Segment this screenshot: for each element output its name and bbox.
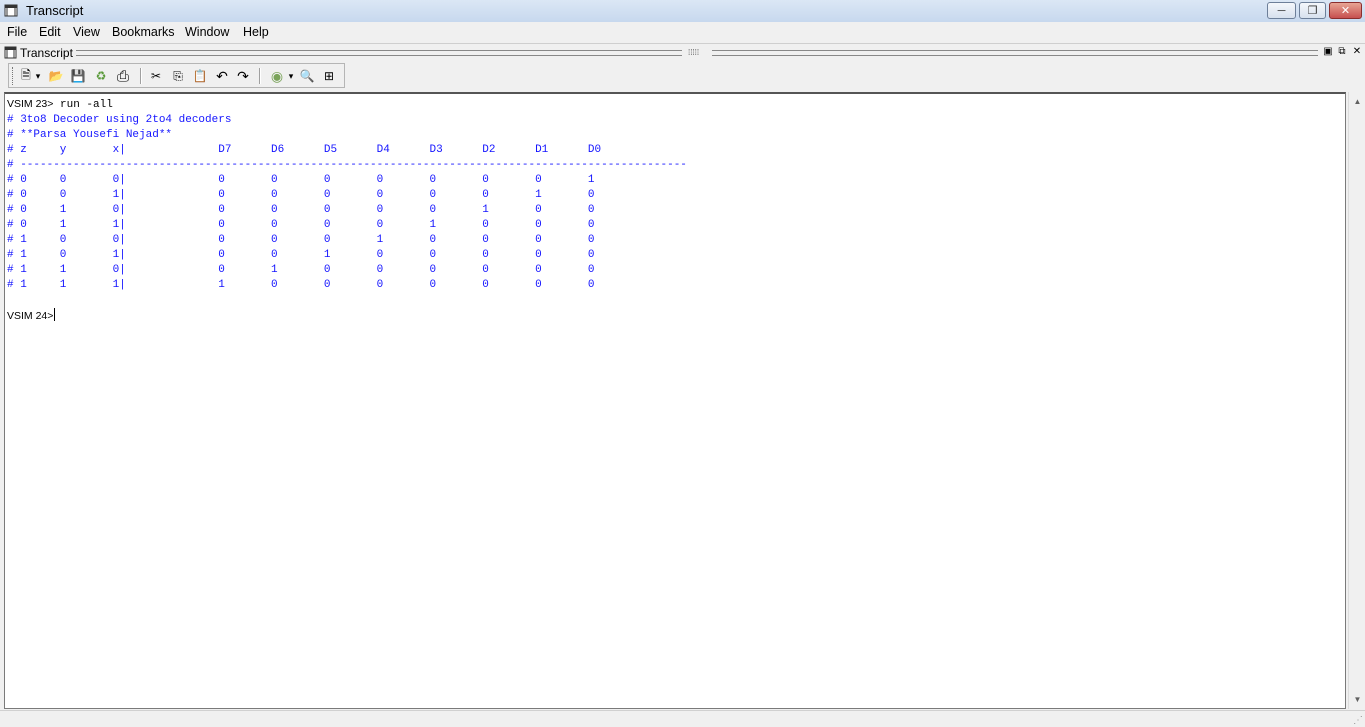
save-icon[interactable]: 💾 (69, 67, 87, 85)
close-icon: ✕ (1340, 5, 1351, 17)
redo-icon[interactable]: ↷ (234, 67, 252, 85)
command-prompt: VSIM 24> (7, 310, 54, 322)
open-folder-icon[interactable]: 📂 (47, 67, 65, 85)
close-button[interactable]: ✕ (1329, 2, 1362, 19)
pane-close-icon[interactable]: ✕ (1351, 46, 1363, 58)
menu-window[interactable]: Window (185, 25, 229, 39)
transcript-console[interactable]: VSIM 23> run -all # 3to8 Decoder using 2… (4, 92, 1346, 709)
output-line: # 0 0 1| 0 0 0 0 0 0 1 0 (7, 189, 595, 201)
cut-icon[interactable]: ✂ (147, 67, 165, 85)
output-line: # 1 1 1| 1 0 0 0 0 0 0 0 (7, 279, 595, 291)
output-line: # 1 0 1| 0 0 1 0 0 0 0 0 (7, 249, 595, 261)
scroll-up-icon[interactable]: ▲ (1350, 93, 1365, 109)
toolbar-separator (259, 68, 261, 84)
vertical-scrollbar[interactable]: ▲ ▼ (1348, 92, 1365, 709)
menu-file[interactable]: File (7, 25, 27, 39)
status-bar: ⋰ (0, 710, 1365, 727)
app-icon (4, 4, 18, 17)
output-line: # 0 1 0| 0 0 0 0 0 1 0 0 (7, 204, 595, 216)
output-line: # **Parsa Yousefi Nejad** (7, 129, 173, 141)
output-line: # 1 1 0| 0 1 0 0 0 0 0 0 (7, 264, 595, 276)
minimize-icon: ─ (1277, 4, 1286, 17)
command-run-all: run -all (53, 99, 113, 111)
output-line: # 3to8 Decoder using 2to4 decoders (7, 114, 232, 126)
toolbar-separator (140, 68, 142, 84)
pane-grip-dots[interactable]: ⁞⁞⁞⁞⁞ (688, 49, 699, 57)
toolbar: 🗎 ▾ 📂 💾 ♻ ⎙ ✂ ⎘ 📋 ↶ ↷ ◉ ▾ 🔍 ⊞ (8, 63, 345, 88)
dropdown-arrow-icon[interactable]: ▾ (286, 67, 296, 85)
prompt-previous: VSIM 23> (7, 98, 54, 110)
output-line: # 0 1 1| 0 0 0 0 1 0 0 0 (7, 219, 595, 231)
copy-icon[interactable]: ⎘ (169, 67, 187, 85)
undo-icon[interactable]: ↶ (213, 67, 231, 85)
scroll-down-icon[interactable]: ▼ (1350, 691, 1365, 707)
output-line: # 1 0 0| 0 0 0 1 0 0 0 0 (7, 234, 595, 246)
menu-edit[interactable]: Edit (39, 25, 61, 39)
dropdown-arrow-icon[interactable]: ▾ (33, 67, 43, 85)
undock-icon[interactable]: ⧉ (1336, 46, 1348, 58)
resize-grip-icon[interactable]: ⋰ (1353, 716, 1363, 726)
paste-icon[interactable]: 📋 (191, 67, 209, 85)
menu-bookmarks[interactable]: Bookmarks (112, 25, 175, 39)
format-icon[interactable]: ⊞ (320, 67, 338, 85)
maximize-button[interactable]: ❐ (1299, 2, 1326, 19)
menu-bar: File Edit View Bookmarks Window Help (0, 22, 1365, 42)
find-icon[interactable]: 🔍 (298, 67, 316, 85)
output-line: # z y x| D7 D6 D5 D4 D3 D2 D1 D0 (7, 144, 602, 156)
compile-icon[interactable]: ◉ (268, 67, 286, 85)
menu-view[interactable]: View (73, 25, 100, 39)
transcript-text: VSIM 23> run -all # 3to8 Decoder using 2… (7, 97, 687, 325)
menu-help[interactable]: Help (243, 25, 269, 39)
output-line: # --------------------------------------… (7, 159, 687, 171)
minimize-button[interactable]: ─ (1267, 2, 1296, 19)
title-bar: Transcript ─ ❐ ✕ (0, 0, 1365, 23)
pane-drag-grip[interactable] (76, 50, 682, 56)
window-title: Transcript (26, 3, 84, 18)
transcript-icon (4, 46, 17, 59)
restore-icon: ❐ (1307, 5, 1318, 17)
text-caret (54, 308, 56, 321)
print-icon[interactable]: ⎙ (114, 67, 132, 85)
pane-drag-grip-right[interactable] (712, 50, 1318, 56)
reload-icon[interactable]: ♻ (92, 67, 110, 85)
pane-title: Transcript (20, 46, 73, 60)
dock-icon[interactable]: ▣ (1322, 46, 1334, 58)
pane-header: Transcript ⁞⁞⁞⁞⁞ ▣ ⧉ ✕ (0, 43, 1365, 62)
output-line: # 0 0 0| 0 0 0 0 0 0 0 1 (7, 174, 595, 186)
toolbar-grip[interactable] (12, 67, 15, 85)
